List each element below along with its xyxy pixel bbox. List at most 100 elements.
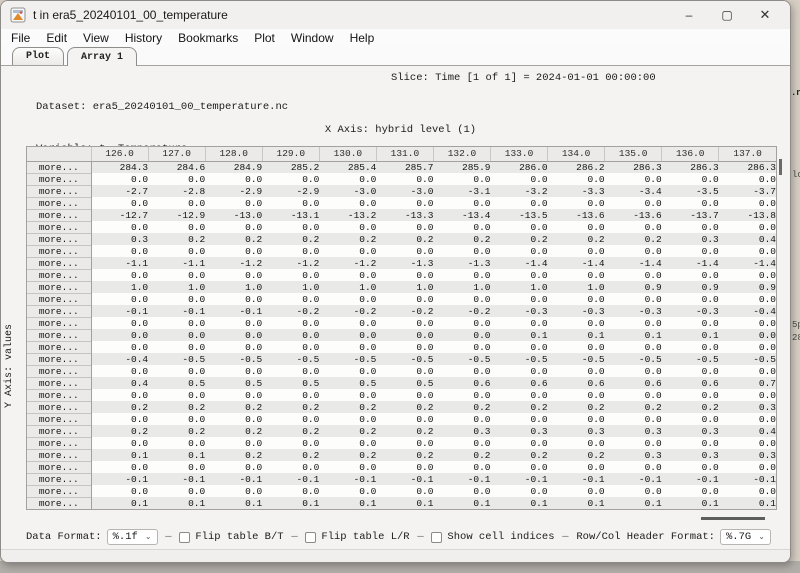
cell[interactable]: 0.0 [662, 365, 719, 377]
cell[interactable]: 1.0 [376, 281, 433, 293]
cell[interactable]: 0.0 [548, 365, 605, 377]
cell[interactable]: -13.6 [605, 209, 662, 221]
cell[interactable]: 0.0 [433, 245, 490, 257]
cell[interactable]: 0.7 [719, 377, 776, 389]
row-header-more[interactable]: more... [27, 173, 91, 185]
cell[interactable]: 0.1 [148, 497, 205, 509]
cell[interactable]: 0.0 [205, 221, 262, 233]
cell[interactable]: 0.5 [148, 377, 205, 389]
cell[interactable]: 0.1 [719, 497, 776, 509]
cell[interactable]: 0.0 [205, 437, 262, 449]
cell[interactable]: 0.2 [205, 233, 262, 245]
cell[interactable]: -0.5 [148, 353, 205, 365]
row-header-more[interactable]: more... [27, 437, 91, 449]
cell[interactable]: 0.0 [662, 197, 719, 209]
cell[interactable]: 0.9 [662, 281, 719, 293]
cell[interactable]: 0.4 [91, 377, 148, 389]
cell[interactable]: 1.0 [491, 281, 548, 293]
cell[interactable]: 0.0 [262, 269, 319, 281]
cell[interactable]: -1.2 [262, 257, 319, 269]
cell[interactable]: 0.0 [319, 437, 376, 449]
menu-item-help[interactable]: Help [342, 31, 383, 45]
cell[interactable]: 0.0 [433, 317, 490, 329]
cell[interactable]: 0.0 [491, 461, 548, 473]
cell[interactable]: 0.0 [262, 329, 319, 341]
row-header-more[interactable]: more... [27, 245, 91, 257]
cell[interactable]: -0.1 [148, 473, 205, 485]
cell[interactable]: 0.0 [319, 341, 376, 353]
cell[interactable]: 0.0 [719, 245, 776, 257]
cell[interactable]: 0.0 [148, 221, 205, 233]
cell[interactable]: 0.0 [491, 437, 548, 449]
cell[interactable]: -1.2 [205, 257, 262, 269]
cell[interactable]: 0.5 [205, 377, 262, 389]
vertical-scrollbar[interactable] [779, 159, 782, 175]
cell[interactable]: 284.9 [205, 161, 262, 173]
cell[interactable]: 0.4 [719, 425, 776, 437]
cell[interactable]: 0.0 [433, 437, 490, 449]
cell[interactable]: 0.0 [148, 197, 205, 209]
cell[interactable]: 0.0 [433, 293, 490, 305]
cell[interactable]: 1.0 [148, 281, 205, 293]
row-header-more[interactable]: more... [27, 425, 91, 437]
cell[interactable]: -2.9 [262, 185, 319, 197]
cell[interactable]: 0.0 [205, 341, 262, 353]
cell[interactable]: 0.0 [719, 365, 776, 377]
cell[interactable]: -0.1 [262, 473, 319, 485]
cell[interactable]: 0.0 [605, 341, 662, 353]
cell[interactable]: 0.0 [148, 269, 205, 281]
cell[interactable]: -13.8 [719, 209, 776, 221]
cell[interactable]: -13.2 [319, 209, 376, 221]
cell[interactable]: 0.2 [319, 449, 376, 461]
cell[interactable]: -3.7 [719, 185, 776, 197]
cell[interactable]: 0.0 [148, 461, 205, 473]
cell[interactable]: 0.0 [548, 197, 605, 209]
cell[interactable]: 0.0 [319, 389, 376, 401]
cell[interactable]: 0.0 [548, 437, 605, 449]
row-header-more[interactable]: more... [27, 293, 91, 305]
cell[interactable]: -1.4 [491, 257, 548, 269]
cell[interactable]: 0.0 [205, 365, 262, 377]
cell[interactable]: 0.0 [719, 389, 776, 401]
cell[interactable]: 0.2 [262, 449, 319, 461]
cell[interactable]: 0.0 [91, 461, 148, 473]
tab-array-1[interactable]: Array 1 [67, 47, 137, 66]
cell[interactable]: 0.0 [91, 413, 148, 425]
cell[interactable]: 0.2 [605, 401, 662, 413]
cell[interactable]: 0.0 [376, 245, 433, 257]
row-header-more[interactable]: more... [27, 497, 91, 509]
cell[interactable]: 0.0 [433, 341, 490, 353]
cell[interactable]: -0.1 [91, 473, 148, 485]
cell[interactable]: 285.7 [376, 161, 433, 173]
cell[interactable]: 0.2 [205, 401, 262, 413]
cell[interactable]: 0.2 [376, 449, 433, 461]
cell[interactable]: -1.3 [433, 257, 490, 269]
cell[interactable]: -3.5 [662, 185, 719, 197]
cell[interactable]: 0.0 [605, 365, 662, 377]
cell[interactable]: -0.3 [605, 305, 662, 317]
cell[interactable]: 0.1 [548, 497, 605, 509]
cell[interactable]: 0.1 [148, 449, 205, 461]
cell[interactable]: 0.0 [262, 197, 319, 209]
cell[interactable]: 0.0 [433, 389, 490, 401]
cell[interactable]: -0.1 [719, 473, 776, 485]
cell[interactable]: 0.2 [662, 401, 719, 413]
row-header-more[interactable]: more... [27, 185, 91, 197]
cell[interactable]: 0.0 [148, 173, 205, 185]
cell[interactable]: 0.5 [262, 377, 319, 389]
cell[interactable]: -1.1 [91, 257, 148, 269]
cell[interactable]: -0.1 [91, 305, 148, 317]
cell[interactable]: 0.0 [662, 221, 719, 233]
cell[interactable]: -0.2 [319, 305, 376, 317]
cell[interactable]: -13.6 [548, 209, 605, 221]
cell[interactable]: 0.0 [548, 269, 605, 281]
data-format-select[interactable]: %.1f ⌄ [107, 529, 158, 545]
menu-item-window[interactable]: Window [283, 31, 342, 45]
cell[interactable]: 0.0 [319, 245, 376, 257]
cell[interactable]: 0.0 [376, 365, 433, 377]
cell[interactable]: 0.0 [262, 173, 319, 185]
cell[interactable]: 1.0 [433, 281, 490, 293]
cell[interactable]: 0.0 [662, 485, 719, 497]
cell[interactable]: 0.3 [662, 233, 719, 245]
cell[interactable]: 0.6 [548, 377, 605, 389]
